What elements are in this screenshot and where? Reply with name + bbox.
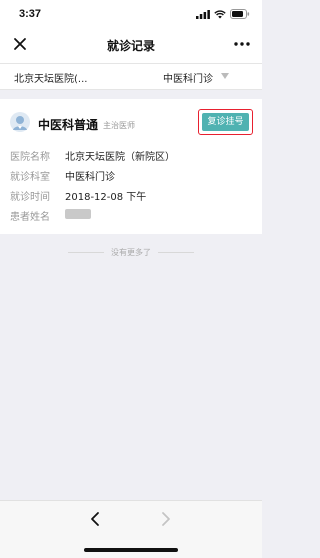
signal-icon [196,9,210,19]
field-value-hospital: 北京天坛医院（新院区） [65,152,175,163]
field-value-department: 中医科门诊 [65,172,115,183]
battery-icon [230,9,250,19]
nav-bar: 就诊记录 [0,28,262,63]
divider-right [158,252,194,253]
end-of-list-text: 没有更多了 [111,248,151,257]
highlight-frame: 复诊挂号 [198,109,253,135]
end-of-list: 没有更多了 [0,246,262,260]
field-label-patient: 患者姓名 [10,212,50,223]
hospital-filter[interactable]: 北京天坛医院(... [14,70,87,85]
doctor-avatar-icon [10,112,30,132]
status-bar: 3:37 [0,0,262,28]
doctor-level: 主治医师 [103,121,135,130]
field-label-hospital: 医院名称 [10,152,50,163]
back-arrow-icon[interactable] [88,511,102,527]
filter-bar: 北京天坛医院(... 中医科门诊 [0,63,262,90]
page-title: 就诊记录 [106,39,155,53]
revisit-register-button[interactable]: 复诊挂号 [202,113,249,131]
dropdown-caret-icon[interactable] [221,73,229,79]
department-filter[interactable]: 中医科门诊 [163,70,213,85]
status-time: 3:37 [19,8,42,20]
field-value-time: 2018-12-08 下午 [65,192,147,203]
status-icons [196,9,250,19]
home-indicator[interactable] [84,548,178,552]
more-icon[interactable] [232,36,252,52]
patient-name-redacted [65,209,91,219]
field-label-department: 就诊科室 [10,172,50,183]
record-title: 中医科普通 [38,118,99,132]
forward-arrow-icon[interactable] [159,511,173,527]
field-label-time: 就诊时间 [10,192,50,203]
wifi-icon [214,9,226,18]
